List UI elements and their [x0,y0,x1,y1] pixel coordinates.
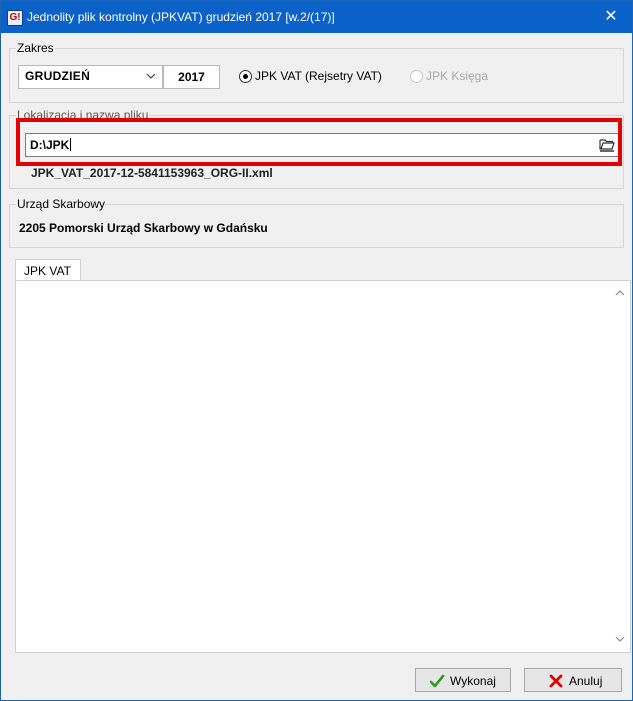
tab-jpk-vat[interactable]: JPK VAT [15,259,81,281]
title-bar[interactable]: G! Jednolity plik kontrolny (JPKVAT) gru… [1,1,632,33]
execute-button[interactable]: Wykonaj [415,668,511,692]
x-icon [549,674,563,688]
chevron-down-icon [146,73,156,79]
zakres-legend: Zakres [16,41,55,55]
scroll-down-icon[interactable] [615,634,625,644]
check-icon [429,674,445,688]
tab-panel-jpk-vat [15,280,631,653]
cancel-button[interactable]: Anuluj [524,668,622,692]
app-icon: G! [7,10,23,26]
highlight-frame [16,118,622,166]
cancel-button-label: Anuluj [569,674,603,688]
year-field[interactable]: 2017 [163,65,220,89]
dialog-window: G! Jednolity plik kontrolny (JPKVAT) gru… [0,0,633,701]
execute-button-label: Wykonaj [450,674,496,688]
month-select[interactable]: GRUDZIEŃ [18,65,163,89]
radio-jpk-vat[interactable] [239,70,252,83]
office-legend: Urząd Skarbowy [16,197,107,211]
scroll-up-icon[interactable] [615,288,625,298]
close-button[interactable]: ✕ [590,1,632,33]
window-title: Jednolity plik kontrolny (JPKVAT) grudzi… [27,10,335,24]
tax-office-name: 2205 Pomorski Urząd Skarbowy w Gdańsku [19,221,268,235]
radio-jpk-ksiega[interactable] [410,70,423,83]
radio-jpk-ksiega-label: JPK Księga [426,69,489,83]
month-value: GRUDZIEŃ [25,69,91,83]
file-name-label: JPK_VAT_2017-12-5841153963_ORG-II.xml [31,166,273,180]
radio-jpk-vat-label[interactable]: JPK VAT (Rejsetry VAT) [255,69,382,83]
